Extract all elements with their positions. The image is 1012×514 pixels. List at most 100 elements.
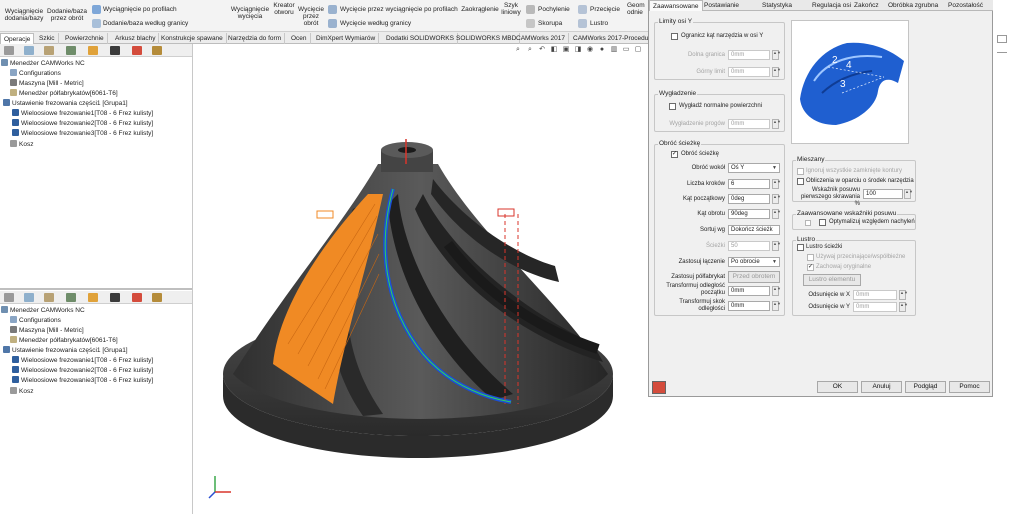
paths-field[interactable]: 50 — [728, 241, 770, 251]
dimxpert-manager-icon[interactable] — [66, 293, 76, 302]
camworks-operation-tree-icon[interactable] — [132, 46, 142, 55]
extrude-base-button[interactable]: Wyciągnięcie dodania/bazy — [2, 8, 46, 22]
property-manager-icon[interactable] — [24, 46, 34, 55]
compute-center-checkbox[interactable] — [797, 178, 804, 185]
hide-show-icon[interactable]: ◉ — [586, 46, 594, 54]
intersect-button[interactable]: Przecięcie — [590, 6, 620, 13]
optimize-slopes-checkbox[interactable] — [819, 219, 826, 226]
tree-item-operation[interactable]: Wieloosiowe frezowanie1[T08 - 6 Frez kul… — [12, 109, 153, 119]
tree-item-stock[interactable]: Menedżer półfabrykatów[6061-T6] — [10, 89, 118, 99]
transform-step-field[interactable]: 0mm — [728, 301, 770, 311]
upper-limit-field[interactable]: 0mm — [728, 67, 770, 77]
step-count-field[interactable]: 6 — [728, 179, 770, 189]
transform-step-spinner[interactable]: ▲▼ — [772, 301, 781, 311]
limit-y-checkbox[interactable] — [671, 33, 678, 40]
window-restore-icon[interactable] — [997, 35, 1007, 43]
tab-zaawansowane[interactable]: Zaawansowane — [649, 0, 703, 11]
draft-button[interactable]: Pochylenie — [538, 6, 570, 13]
cancel-button[interactable]: Anuluj — [861, 381, 902, 393]
paths-spinner[interactable]: ▲▼ — [772, 241, 781, 251]
lower-limit-spinner[interactable]: ▲▼ — [772, 50, 781, 60]
zoom-area-icon[interactable]: ⌕ — [526, 46, 534, 54]
smooth-radius-field[interactable]: 0mm — [728, 119, 770, 129]
graphics-area[interactable] — [193, 44, 648, 514]
tab-szkic[interactable]: Szkic — [36, 33, 59, 44]
tab-postawianie[interactable]: Postawianie — [701, 0, 742, 11]
feed-rate-spinner[interactable]: ▲▼ — [904, 189, 913, 199]
camworks-feature-tree-icon[interactable] — [110, 293, 120, 302]
mirror-button[interactable]: Lustro — [590, 20, 608, 27]
tab-narzedzia-do-form[interactable]: Narzędzia do form — [225, 33, 286, 44]
configuration-manager-icon[interactable] — [44, 293, 54, 302]
boundary-cut-button[interactable]: Wycięcie według granicy — [340, 20, 411, 27]
configuration-manager-icon[interactable] — [44, 46, 54, 55]
rotate-angle-field[interactable]: 90deg — [728, 209, 770, 219]
offset-x-field[interactable]: 0mm — [853, 290, 897, 300]
apply-stock-button[interactable]: Przed obrotem — [728, 271, 780, 283]
tab-dimxpert[interactable]: DimXpert Wymiarów — [313, 33, 380, 44]
ok-button[interactable]: OK — [817, 381, 858, 393]
display-manager-icon[interactable] — [88, 293, 98, 302]
tab-statystyka[interactable]: Statystyka — [759, 0, 795, 11]
tree-item-recycle-bin[interactable]: Kosz — [10, 387, 33, 397]
tree-item-operation[interactable]: Wieloosiowe frezowanie3[T08 - 6 Frez kul… — [12, 129, 153, 139]
tab-obrobka-zgrubna[interactable]: Obróbka zgrubna — [885, 0, 941, 11]
transform-start-spinner[interactable]: ▲▼ — [772, 286, 781, 296]
tree-item-configurations[interactable]: Configurations — [10, 316, 61, 326]
sort-select[interactable]: Dokończ ścieżk▼ — [728, 225, 780, 235]
rotate-path-checkbox[interactable]: ✓ — [671, 151, 678, 158]
hole-wizard-button[interactable]: Kreator otworu — [270, 2, 298, 16]
display-style-icon[interactable]: ◨ — [574, 46, 582, 54]
revolve-cut-button[interactable]: Wycięcie przez obrót — [298, 6, 324, 27]
sweep-button[interactable]: Wyciągnięcie po profilach — [103, 6, 177, 13]
tab-camworks-procedures[interactable]: CAMWorks 2017-Procedu — [570, 33, 653, 44]
transform-start-field[interactable]: 0mm — [728, 286, 770, 296]
tab-ocen[interactable]: Ocen — [288, 33, 311, 44]
mirror-path-checkbox[interactable] — [797, 244, 804, 251]
view-settings-icon[interactable]: ▭ — [622, 46, 630, 54]
tab-camworks[interactable]: CAMWorks 2017 — [513, 33, 570, 44]
upper-limit-spinner[interactable]: ▲▼ — [772, 67, 781, 77]
display-manager-icon[interactable] — [88, 46, 98, 55]
lower-limit-field[interactable]: 0mm — [728, 50, 770, 60]
property-manager-icon[interactable] — [24, 293, 34, 302]
help-button[interactable]: Pomoc — [949, 381, 990, 393]
tree-item-setup[interactable]: Ustawienie frezowania części1 [Grupa1] — [3, 346, 128, 356]
link-select[interactable]: Po obrocie ▼ — [728, 257, 780, 267]
swept-cut-button[interactable]: Wycięcie przez wyciągnięcie po profilach — [340, 6, 458, 13]
monitor-icon[interactable]: ▢ — [634, 46, 642, 54]
offset-y-field[interactable]: 0mm — [853, 302, 897, 312]
section-view-icon[interactable]: ◧ — [550, 46, 558, 54]
linear-pattern-button[interactable]: Szyk liniowy — [500, 2, 522, 16]
view-orientation-icon[interactable]: ▣ — [562, 46, 570, 54]
step-count-spinner[interactable]: ▲▼ — [772, 179, 781, 189]
appearance-icon[interactable]: ● — [598, 46, 606, 54]
camworks-feature-tree-icon[interactable] — [110, 46, 120, 55]
mirror-element-button[interactable]: Lustro elementu — [803, 274, 861, 286]
preview-button[interactable]: Podgląd — [905, 381, 946, 393]
camworks-operation-tree-icon[interactable] — [132, 293, 142, 302]
tab-konstrukcje-spawane[interactable]: Konstrukcje spawane — [158, 33, 227, 44]
geometry-button[interactable]: Geom odnie — [627, 2, 645, 16]
tree-item-configurations[interactable]: Configurations — [10, 69, 61, 79]
feature-manager-icon[interactable] — [4, 46, 14, 55]
tree-item-root[interactable]: Menedżer CAMWorks NC — [1, 59, 85, 69]
start-angle-spinner[interactable]: ▲▼ — [772, 194, 781, 204]
rotate-axis-select[interactable]: Oś Y ▼ — [728, 163, 780, 173]
camworks-tool-tree-icon[interactable] — [152, 293, 162, 302]
tree-item-recycle-bin[interactable]: Kosz — [10, 140, 33, 150]
offset-y-spinner[interactable]: ▲▼ — [899, 302, 908, 312]
tree-item-machine[interactable]: Maszyna [Mill - Metric] — [10, 79, 84, 89]
tab-pozostalosc[interactable]: Pozostałość — [945, 0, 986, 11]
previous-view-icon[interactable]: ↶ — [538, 46, 546, 54]
tree-item-operation[interactable]: Wieloosiowe frezowanie1[T08 - 6 Frez kul… — [12, 356, 153, 366]
tree-item-operation[interactable]: Wieloosiowe frezowanie2[T08 - 6 Frez kul… — [12, 119, 153, 129]
boundary-base-button[interactable]: Dodanie/baza według granicy — [103, 20, 188, 27]
use-coord-checkbox[interactable] — [807, 254, 814, 261]
smooth-radius-spinner[interactable]: ▲▼ — [772, 119, 781, 129]
tab-solidworks-mbd[interactable]: SOLIDWORKS MBD — [453, 33, 521, 44]
scene-icon[interactable]: ▥ — [610, 46, 618, 54]
tree-item-machine[interactable]: Maszyna [Mill - Metric] — [10, 326, 84, 336]
feature-manager-icon[interactable] — [4, 293, 14, 302]
extrude-cut-button[interactable]: Wyciągnięcie wycięcia — [230, 6, 270, 20]
